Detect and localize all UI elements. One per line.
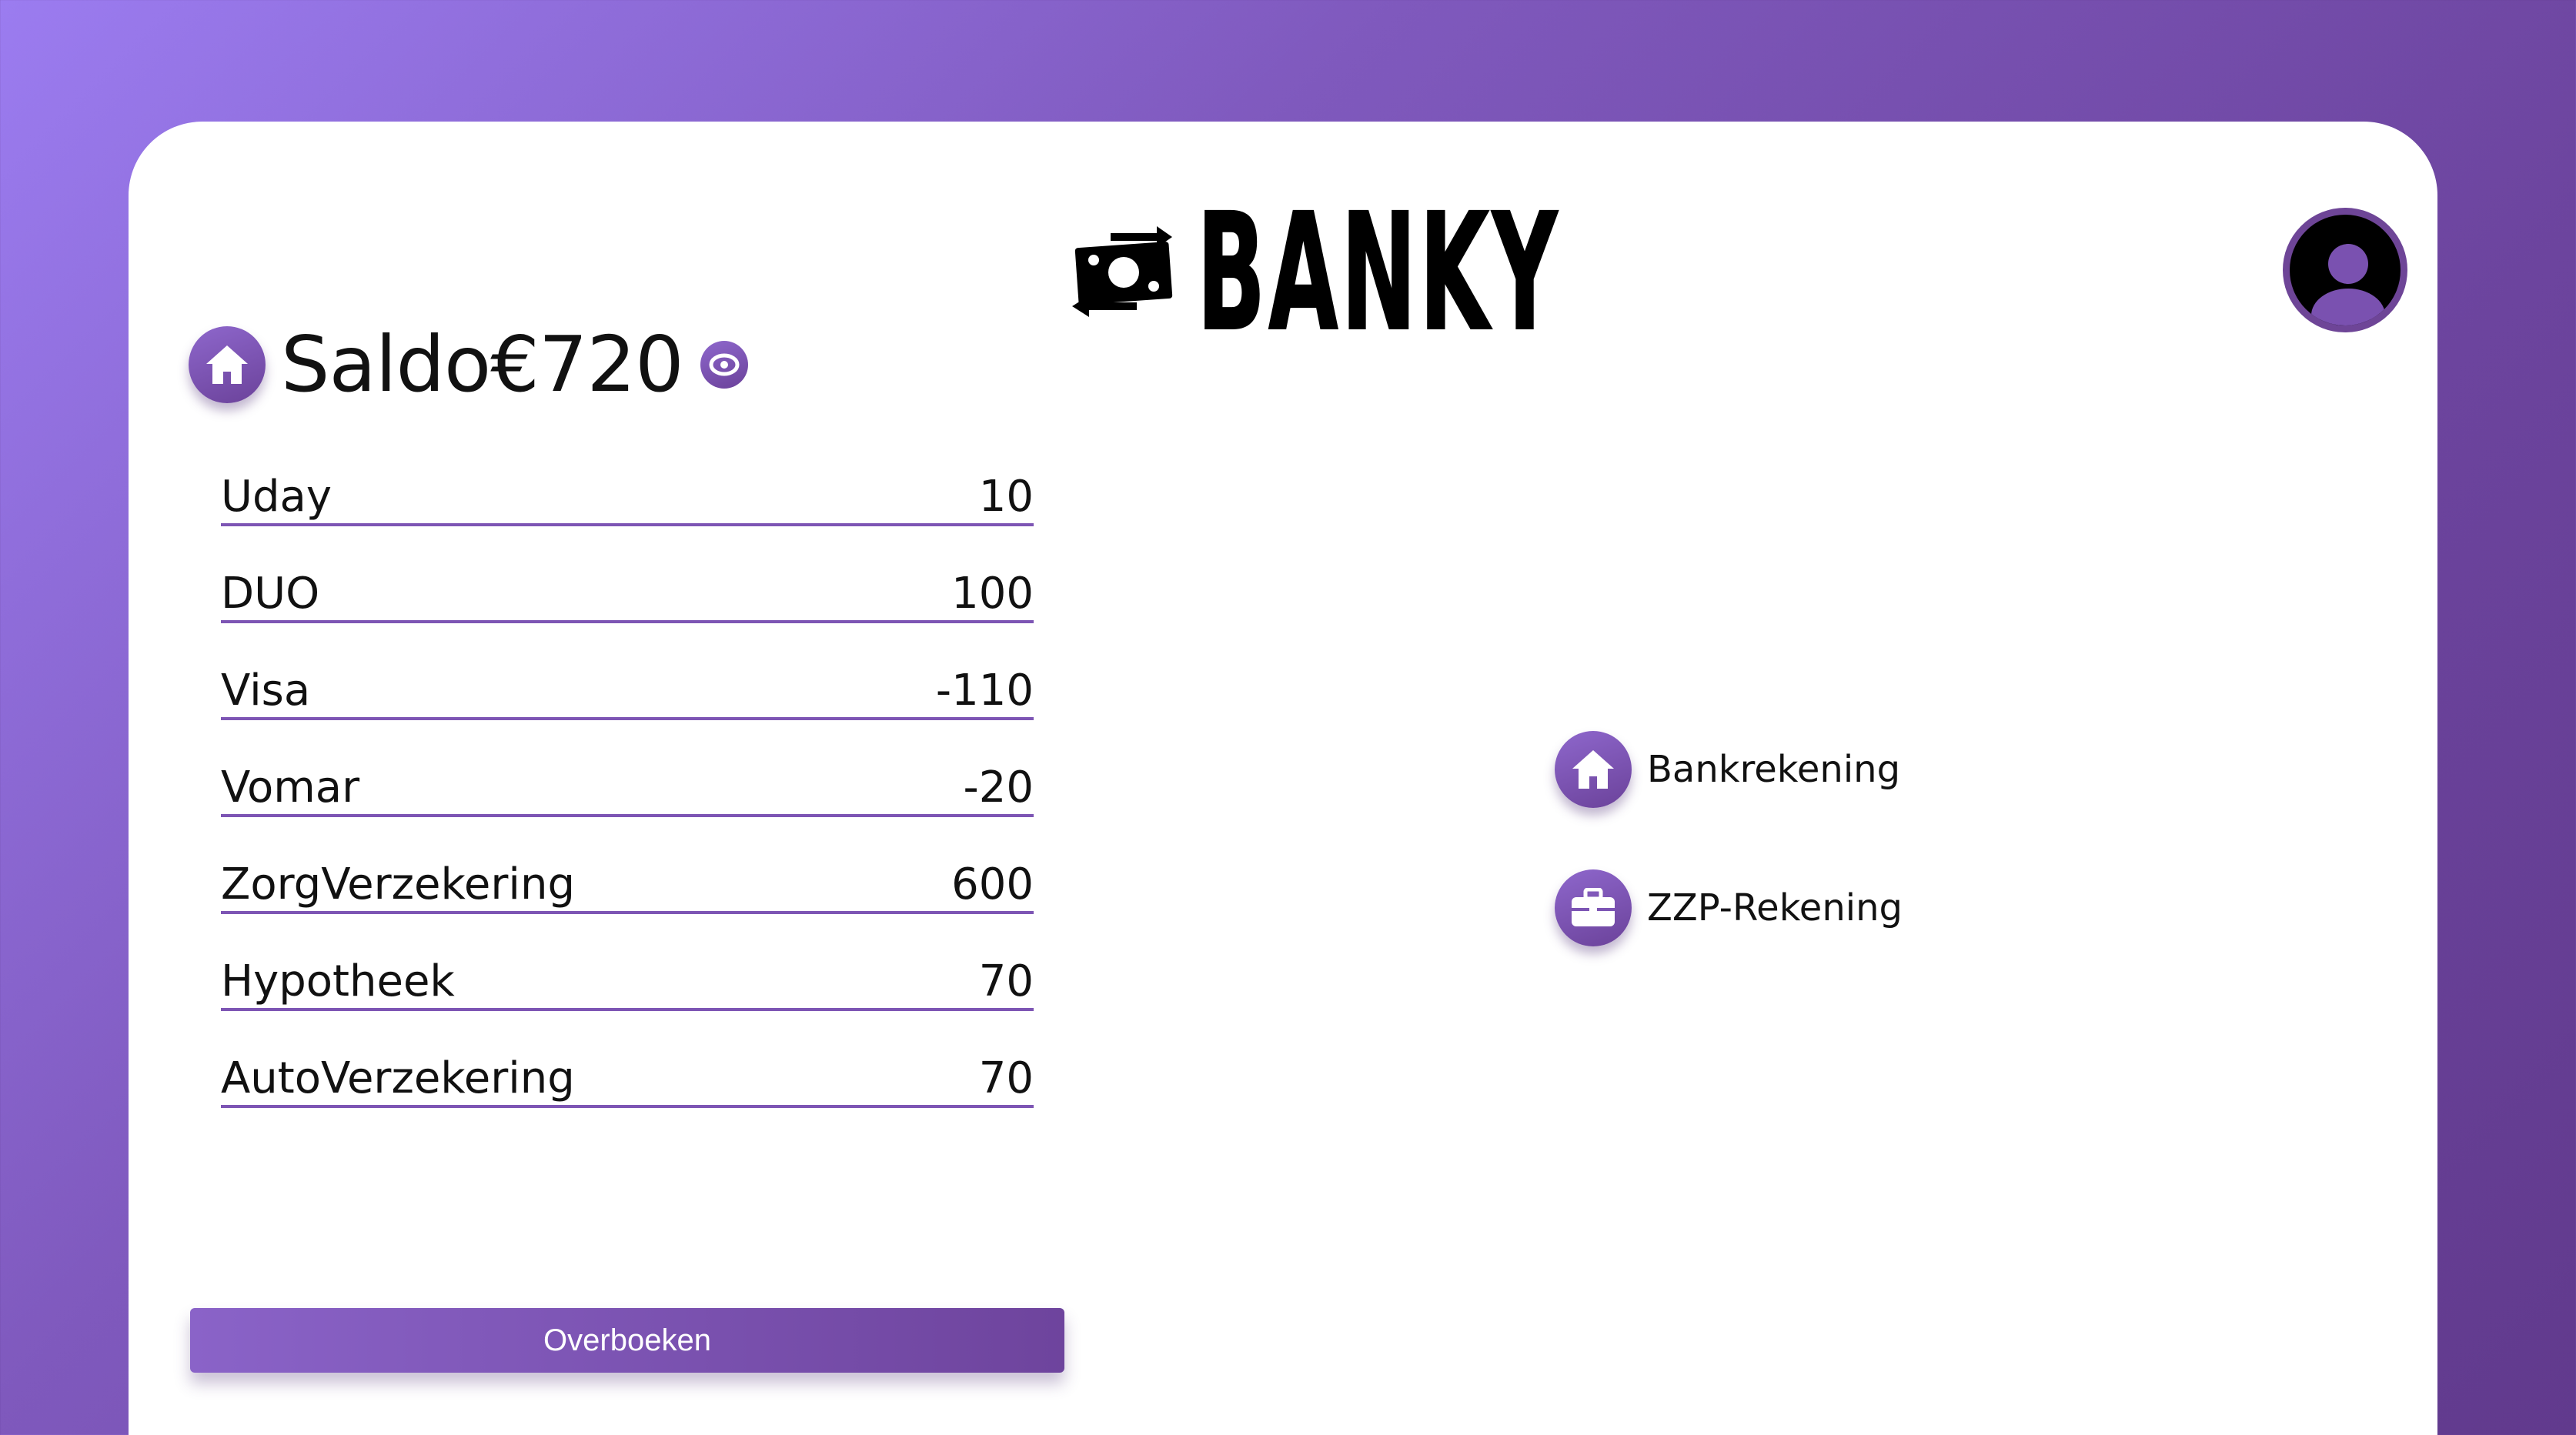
table-row[interactable]: Uday 10 (221, 454, 1034, 526)
transaction-amount: 70 (978, 956, 1034, 1006)
transaction-name: AutoVerzekering (221, 1053, 575, 1103)
brand-name: BANKY (1196, 179, 1561, 367)
transaction-name: Visa (221, 666, 311, 716)
table-row[interactable]: AutoVerzekering 70 (221, 1036, 1034, 1108)
transaction-name: ZorgVerzekering (221, 859, 576, 909)
transaction-amount: -110 (935, 666, 1034, 716)
transaction-amount: 100 (951, 569, 1034, 619)
transaction-amount: 10 (978, 472, 1034, 522)
table-row[interactable]: Hypotheek 70 (221, 939, 1034, 1011)
account-label: Bankrekening (1647, 748, 1901, 791)
table-row[interactable]: Vomar -20 (221, 745, 1034, 817)
transaction-list: Uday 10 DUO 100 Visa -110 Vomar -20 Zorg… (221, 454, 1034, 1133)
transfer-button[interactable]: Overboeken (190, 1308, 1064, 1373)
table-row[interactable]: Visa -110 (221, 648, 1034, 720)
balance-header: Saldo€720 (189, 319, 748, 409)
money-transfer-icon (1066, 222, 1181, 325)
user-avatar-button[interactable] (2283, 208, 2407, 332)
account-label: ZZP-Rekening (1647, 886, 1903, 929)
balance-text: Saldo€720 (281, 319, 684, 409)
briefcase-icon (1555, 869, 1632, 946)
transaction-name: Hypotheek (221, 956, 455, 1006)
transaction-amount: 600 (951, 859, 1034, 909)
account-list: Bankrekening ZZP-Rekening (1555, 731, 1903, 1008)
transaction-name: DUO (221, 569, 320, 619)
transaction-name: Uday (221, 472, 332, 522)
home-icon (189, 325, 266, 403)
account-item-bankrekening[interactable]: Bankrekening (1555, 731, 1903, 808)
table-row[interactable]: DUO 100 (221, 551, 1034, 623)
home-icon (1555, 731, 1632, 808)
transaction-amount: 70 (978, 1053, 1034, 1103)
account-item-zzp-rekening[interactable]: ZZP-Rekening (1555, 869, 1903, 946)
brand-logo[interactable]: BANKY (1066, 179, 1783, 367)
transaction-amount: -20 (963, 763, 1034, 813)
eye-icon[interactable] (700, 340, 748, 389)
transaction-name: Vomar (221, 763, 360, 813)
table-row[interactable]: ZorgVerzekering 600 (221, 842, 1034, 914)
